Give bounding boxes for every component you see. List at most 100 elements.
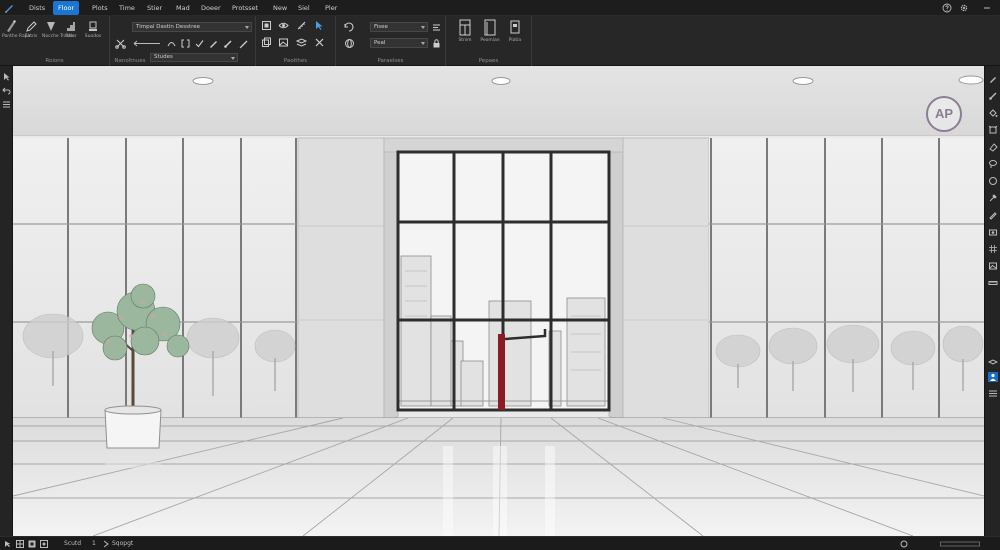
tab-new[interactable]: New xyxy=(268,1,292,15)
status-mode-text: Scutd xyxy=(64,540,82,547)
rotate-icon[interactable] xyxy=(342,20,356,34)
properties-icon[interactable] xyxy=(988,388,998,398)
studes-dropdown[interactable]: Studes xyxy=(150,53,238,62)
ribbon-group-roions: Panthe Rapir Eatris Nocche Trastls Riser… xyxy=(0,16,110,66)
tab-dists[interactable]: Dists xyxy=(24,1,50,15)
app-logo-icon[interactable] xyxy=(3,2,15,14)
select-arrow-icon[interactable] xyxy=(314,20,325,31)
minimize-icon[interactable] xyxy=(982,3,992,13)
check-icon[interactable] xyxy=(194,38,205,49)
status-cursor-icon[interactable] xyxy=(4,540,12,548)
status-grid-icon[interactable] xyxy=(16,540,24,548)
tools-icon[interactable] xyxy=(314,37,325,48)
chevron-down-icon xyxy=(231,57,235,60)
tab-mad[interactable]: Mad xyxy=(171,1,195,15)
lock-icon[interactable] xyxy=(431,38,442,49)
peomian-label: Peomian xyxy=(480,38,500,43)
brush-icon[interactable] xyxy=(223,38,234,49)
status-level-text: 1 xyxy=(92,540,96,547)
eyedropper-icon[interactable] xyxy=(988,193,998,203)
chevron-down-icon xyxy=(421,42,425,45)
edit-tool-icon[interactable] xyxy=(988,210,998,220)
3d-viewport[interactable]: AP xyxy=(13,66,984,536)
palette-icon[interactable] xyxy=(261,20,272,31)
status-view-icon[interactable] xyxy=(40,540,48,548)
help-icon[interactable] xyxy=(942,3,952,13)
list-icon[interactable] xyxy=(2,100,11,109)
tab-plots[interactable]: Plots xyxy=(87,1,113,15)
undo-icon[interactable] xyxy=(2,86,11,95)
chevron-down-icon xyxy=(245,26,249,29)
stnim-label: Stnim xyxy=(458,38,472,43)
globe-icon[interactable] xyxy=(344,38,355,49)
riser-button[interactable]: Riser xyxy=(62,19,80,39)
person-icon[interactable] xyxy=(988,372,998,382)
transform-icon[interactable] xyxy=(988,125,998,135)
status-bar: Scutd 1 Sqopgt xyxy=(0,536,1000,550)
studes-dropdown-value: Studes xyxy=(154,54,173,60)
copy-icon[interactable] xyxy=(261,37,272,48)
group-label-paraelses: Paraelses xyxy=(377,58,404,64)
tab-doeer[interactable]: Doeer xyxy=(196,1,226,15)
paint-bucket-icon[interactable] xyxy=(988,108,998,118)
piatia-label: Piatia xyxy=(508,38,522,43)
wall-panel-icon xyxy=(459,19,471,36)
pen-icon[interactable] xyxy=(208,38,219,49)
stnim-button[interactable]: Stnim xyxy=(454,19,476,43)
tab-time[interactable]: Time xyxy=(114,1,140,15)
peal-dropdown[interactable]: Peal xyxy=(370,38,428,48)
align-icon[interactable] xyxy=(431,22,442,33)
ribbon-toolbar: Panthe Rapir Eatris Nocche Trastls Riser… xyxy=(0,16,1000,66)
eatris-button[interactable]: Eatris xyxy=(22,19,40,39)
circle-tool-icon[interactable] xyxy=(988,176,998,186)
tab-floor[interactable]: Floor xyxy=(53,1,80,15)
eatris-label: Eatris xyxy=(24,34,38,39)
ribbon-group-paraelses: Fisee Peal Paraelses xyxy=(336,16,446,66)
camera-icon[interactable] xyxy=(988,227,998,237)
tab-pler[interactable]: Pler xyxy=(320,1,342,15)
riser-stair-icon xyxy=(67,22,75,31)
lobby-scene-render xyxy=(13,66,984,536)
line-style-icon[interactable] xyxy=(132,38,162,49)
nocche-trastls-button[interactable]: Nocche Trastls xyxy=(42,19,75,39)
piatia-button[interactable]: Piatia xyxy=(504,19,526,43)
grid-icon[interactable] xyxy=(988,244,998,254)
panthe-rapir-button[interactable]: Panthe Rapir xyxy=(2,19,31,39)
tab-stier[interactable]: Stier xyxy=(142,1,167,15)
nocche-trastls-label: Nocche Trastls xyxy=(42,34,75,39)
layers-icon[interactable] xyxy=(296,37,307,48)
tab-protsset[interactable]: Protsset xyxy=(227,1,263,15)
layer-panel-icon[interactable] xyxy=(988,358,998,368)
tab-siel[interactable]: Siel xyxy=(293,1,315,15)
group-label-pepaes: Pepaes xyxy=(478,58,499,64)
eye-icon[interactable] xyxy=(278,20,289,31)
status-info-text: Sqopgt xyxy=(112,540,134,547)
watermark-logo: AP xyxy=(926,96,962,132)
status-snap-icon[interactable] xyxy=(28,540,36,548)
status-sync-icon[interactable] xyxy=(900,540,908,548)
ribbon-group-pepaes: Stnim Peomian Piatia Pepaes xyxy=(446,16,532,66)
right-toolbar xyxy=(984,66,1000,536)
erase-icon[interactable] xyxy=(988,142,998,152)
ruler-icon[interactable] xyxy=(988,278,998,288)
pointer-icon[interactable] xyxy=(2,72,11,81)
fisee-dropdown-value: Fisee xyxy=(374,24,388,30)
marker-icon[interactable] xyxy=(238,38,249,49)
lasso-icon[interactable] xyxy=(988,159,998,169)
material-dropdown[interactable]: Timpal Dastin Desstree xyxy=(132,22,252,32)
pencil-icon[interactable] xyxy=(988,74,998,84)
settings-gear-icon[interactable] xyxy=(959,3,969,13)
brush-tool-icon[interactable] xyxy=(988,91,998,101)
image-tool-icon[interactable] xyxy=(988,261,998,271)
fisee-dropdown[interactable]: Fisee xyxy=(370,22,428,32)
app-window: Dists Floor Plots Time Stier Mad Doeer P… xyxy=(0,0,1000,550)
measure-icon[interactable] xyxy=(296,20,307,31)
curve-tool-icon[interactable] xyxy=(166,38,177,49)
suodos-button[interactable]: Suodos xyxy=(84,19,102,39)
image-icon[interactable] xyxy=(278,37,289,48)
status-arrow-icon[interactable] xyxy=(102,540,110,548)
peomian-button[interactable]: Peomian xyxy=(479,19,501,43)
panthe-rapir-label: Panthe Rapir xyxy=(2,34,31,39)
scissors-icon[interactable] xyxy=(115,38,126,49)
bracket-icon[interactable] xyxy=(180,38,191,49)
